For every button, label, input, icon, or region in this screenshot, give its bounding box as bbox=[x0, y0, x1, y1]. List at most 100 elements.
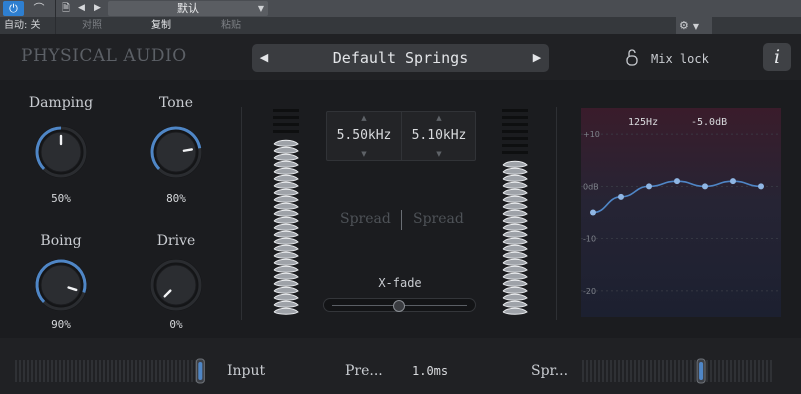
right-frequency-spinner[interactable]: ▲ 5.10kHz ▼ bbox=[402, 112, 476, 160]
xfade-thumb[interactable] bbox=[392, 300, 405, 312]
boing-value: 90% bbox=[51, 318, 71, 331]
meter-tick bbox=[23, 360, 25, 382]
gear-icon: ⚙ bbox=[679, 19, 689, 32]
host-preset-select[interactable]: 默认 ▼ bbox=[108, 1, 268, 16]
spring-coil bbox=[273, 300, 299, 308]
left-spring-graphic[interactable] bbox=[271, 107, 301, 318]
spring-coil bbox=[502, 209, 528, 217]
decrement-arrow-icon[interactable]: ▼ bbox=[402, 150, 476, 158]
spring-coil bbox=[273, 167, 299, 175]
power-icon[interactable]: ⏻ bbox=[3, 1, 24, 16]
drive-label: Drive bbox=[156, 233, 196, 249]
boing-knob[interactable] bbox=[33, 257, 89, 313]
preset-name[interactable]: Default Springs bbox=[276, 44, 525, 72]
preset-next-icon[interactable]: ▶ bbox=[94, 1, 101, 16]
spring-coil bbox=[502, 307, 528, 315]
increment-arrow-icon[interactable]: ▲ bbox=[327, 114, 401, 122]
spring-coil bbox=[502, 244, 528, 252]
meter-tick bbox=[183, 360, 185, 382]
spring-cap-bar bbox=[502, 123, 528, 126]
spring-cap-bar bbox=[502, 137, 528, 140]
spring-mix-slider[interactable] bbox=[581, 358, 777, 384]
document-icon[interactable]: 🗎 bbox=[58, 1, 74, 16]
eq-node[interactable] bbox=[590, 209, 596, 216]
meter-tick bbox=[602, 360, 604, 382]
spring-coil bbox=[273, 146, 299, 154]
eq-node[interactable] bbox=[730, 178, 736, 185]
meter-tick bbox=[131, 360, 133, 382]
spring-coil bbox=[502, 216, 528, 224]
meter-tick bbox=[582, 360, 584, 382]
eq-node[interactable] bbox=[674, 178, 680, 185]
lock-icon[interactable] bbox=[625, 48, 639, 66]
meter-tick bbox=[750, 360, 752, 382]
meter-tick bbox=[758, 360, 760, 382]
meter-tick bbox=[682, 360, 684, 382]
preset-prev-icon[interactable]: ◀ bbox=[78, 1, 85, 16]
spring-coil bbox=[273, 223, 299, 231]
spread-right-label[interactable]: Spread bbox=[413, 211, 464, 227]
spring-coil bbox=[273, 286, 299, 294]
xfade-slider[interactable] bbox=[323, 298, 476, 312]
meter-tick bbox=[187, 360, 189, 382]
meter-tick bbox=[147, 360, 149, 382]
drive-knob[interactable] bbox=[148, 257, 204, 313]
input-level-slider[interactable] bbox=[14, 358, 210, 384]
increment-arrow-icon[interactable]: ▲ bbox=[402, 114, 476, 122]
meter-tick bbox=[626, 360, 628, 382]
spring-coil bbox=[273, 279, 299, 287]
spread-left-label[interactable]: Spread bbox=[340, 211, 391, 227]
spring-coil bbox=[502, 202, 528, 210]
eq-grid-label: 0dB bbox=[583, 182, 599, 191]
eq-display[interactable]: 125Hz -5.0dB +10 0dB -10 -20 bbox=[581, 108, 781, 317]
spring-cap-bar bbox=[502, 130, 528, 133]
meter-tick bbox=[167, 360, 169, 382]
damping-knob[interactable] bbox=[33, 124, 89, 180]
decrement-arrow-icon[interactable]: ▼ bbox=[327, 150, 401, 158]
spring-coil bbox=[502, 195, 528, 203]
right-spring-graphic[interactable] bbox=[500, 107, 530, 318]
paste-button[interactable]: 粘贴 bbox=[196, 19, 266, 33]
meter-tick bbox=[670, 360, 672, 382]
spring-coil bbox=[273, 272, 299, 280]
auto-off-toggle[interactable]: 自动: 关 bbox=[4, 17, 41, 34]
meter-tick bbox=[159, 360, 161, 382]
meter-tick bbox=[754, 360, 756, 382]
left-frequency-spinner[interactable]: ▲ 5.50kHz ▼ bbox=[327, 112, 401, 160]
preset-next-button[interactable]: ▶ bbox=[525, 44, 549, 72]
spring-coil bbox=[273, 237, 299, 245]
info-button[interactable]: i bbox=[763, 43, 791, 71]
meter-tick bbox=[694, 360, 696, 382]
meter-tick bbox=[662, 360, 664, 382]
eq-node[interactable] bbox=[702, 183, 708, 190]
meter-tick bbox=[710, 360, 712, 382]
spring-coil bbox=[502, 279, 528, 287]
meter-tick bbox=[35, 360, 37, 382]
spring-coil bbox=[273, 202, 299, 210]
eq-node[interactable] bbox=[646, 183, 652, 190]
compare-arc-icon[interactable]: ⌒ bbox=[27, 1, 51, 16]
eq-background bbox=[581, 108, 781, 317]
mix-lock-label[interactable]: Mix lock bbox=[651, 52, 709, 66]
boing-label: Boing bbox=[40, 233, 82, 249]
meter-tick bbox=[598, 360, 600, 382]
right-frequency-value[interactable]: 5.10kHz bbox=[402, 128, 476, 143]
meter-tick bbox=[87, 360, 89, 382]
meter-tick bbox=[622, 360, 624, 382]
compare-button[interactable]: 对照 bbox=[58, 19, 126, 33]
eq-node[interactable] bbox=[618, 193, 624, 200]
tone-knob[interactable] bbox=[148, 124, 204, 180]
meter-tick bbox=[151, 360, 153, 382]
knob-body bbox=[40, 264, 82, 306]
spring-coil bbox=[502, 272, 528, 280]
predelay-value[interactable]: 1.0ms bbox=[412, 364, 448, 378]
predelay-label: Pre... bbox=[345, 363, 383, 379]
copy-button[interactable]: 复制 bbox=[126, 19, 196, 33]
left-frequency-value[interactable]: 5.50kHz bbox=[327, 128, 401, 143]
preset-browser: ◀ Default Springs ▶ bbox=[252, 44, 549, 72]
settings-menu-button[interactable]: ⚙ ▼ bbox=[676, 17, 712, 34]
preset-prev-button[interactable]: ◀ bbox=[252, 44, 276, 72]
eq-node[interactable] bbox=[758, 183, 764, 190]
spring-coil bbox=[273, 160, 299, 168]
meter-tick bbox=[618, 360, 620, 382]
